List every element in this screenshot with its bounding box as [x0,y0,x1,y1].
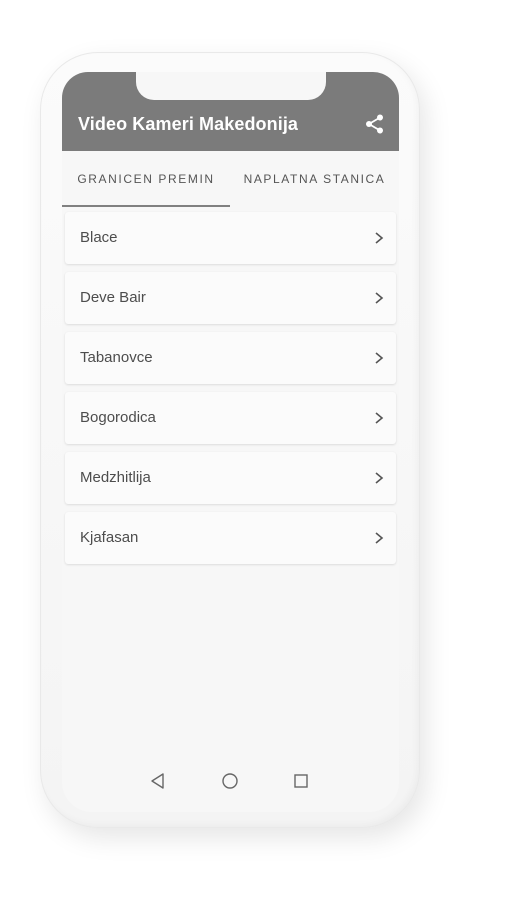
back-triangle-icon [151,773,164,789]
list-item-label: Tabanovce [80,349,153,366]
chevron-right-icon [375,532,384,544]
app-screen: Video Kameri Makedonija GRANICEN PREMIN … [62,72,399,812]
nav-back-button[interactable] [148,771,168,791]
list-item-deve-bair[interactable]: Deve Bair [65,272,396,324]
nav-recents-button[interactable] [291,771,311,791]
list-item-label: Kjafasan [80,529,139,546]
chevron-right-icon [375,472,384,484]
app-title: Video Kameri Makedonija [78,114,299,134]
system-nav-bar [62,766,399,796]
list-item-label: Blace [80,229,118,246]
chevron-right-icon [375,232,384,244]
recents-square-icon [294,774,308,788]
nav-home-button[interactable] [220,771,240,791]
share-button[interactable] [364,113,386,135]
list-item-medzhitlija[interactable]: Medzhitlija [65,452,396,504]
share-icon [366,114,383,134]
chevron-right-icon [375,352,384,364]
list-item-label: Deve Bair [80,289,146,306]
tab-granicen-premin[interactable]: GRANICEN PREMIN [62,151,230,207]
tab-bar: GRANICEN PREMIN NAPLATNA STANICA [62,151,399,207]
list-item-bogorodica[interactable]: Bogorodica [65,392,396,444]
chevron-right-icon [375,412,384,424]
list-item-tabanovce[interactable]: Tabanovce [65,332,396,384]
camera-notch [136,72,326,100]
tab-selected-indicator [62,205,230,207]
list-item-label: Bogorodica [80,409,156,426]
list-item-label: Medzhitlija [80,469,151,486]
list-item-kjafasan[interactable]: Kjafasan [65,512,396,564]
tab-naplatna-stanica[interactable]: NAPLATNA STANICA [230,151,399,207]
chevron-right-icon [375,292,384,304]
list-item-blace[interactable]: Blace [65,212,396,264]
app-bar: Video Kameri Makedonija [62,72,399,151]
home-circle-icon [222,773,238,789]
